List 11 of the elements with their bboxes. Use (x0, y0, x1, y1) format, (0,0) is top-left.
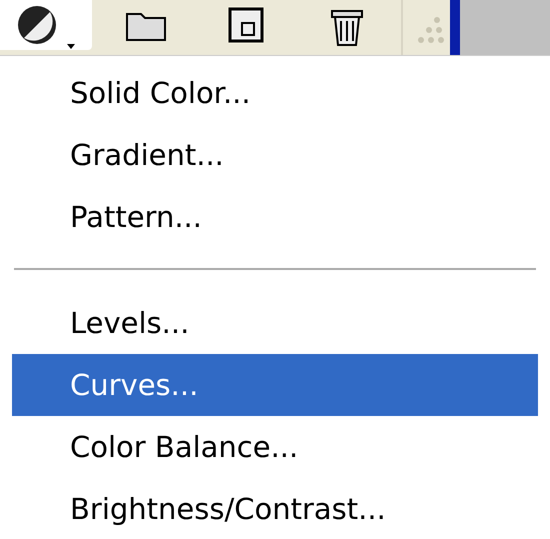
menu-item[interactable]: Gradient... (12, 124, 538, 186)
menu-item[interactable]: Solid Color... (12, 62, 538, 124)
menu-item[interactable]: Pattern... (12, 186, 538, 248)
menu-item[interactable]: Color Balance... (12, 416, 538, 478)
grip-icon (416, 16, 447, 46)
toolbar-button[interactable] (0, 0, 92, 50)
page-icon (228, 7, 264, 43)
menu-item[interactable]: Curves... (12, 354, 538, 416)
window-border (450, 0, 460, 55)
menu-item[interactable]: Brightness/Contrast... (12, 478, 538, 539)
menu-item[interactable]: Levels... (12, 292, 538, 354)
